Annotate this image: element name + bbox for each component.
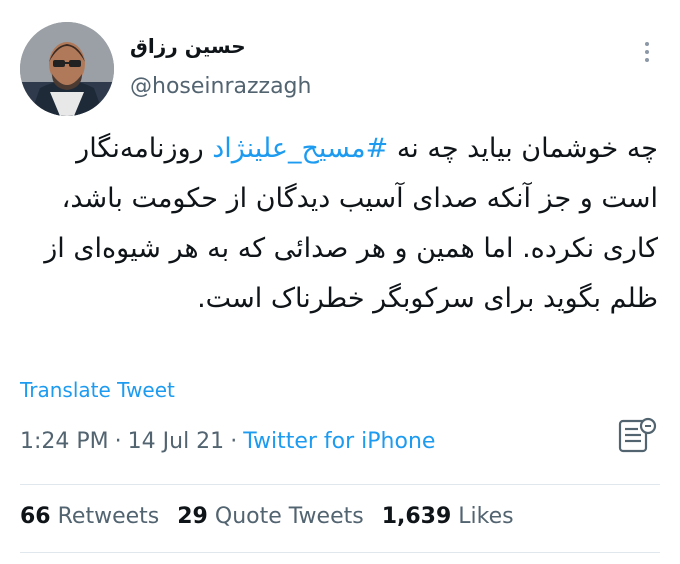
separator: · — [230, 429, 238, 454]
divider — [20, 552, 660, 553]
quote-tweets-count: 29 — [177, 504, 208, 529]
more-dot — [645, 42, 649, 46]
tweet-date[interactable]: 14 Jul 21 — [128, 429, 225, 454]
retweets-stat[interactable]: 66 Retweets — [20, 504, 159, 529]
retweets-label: Retweets — [57, 504, 160, 529]
hashtag-link[interactable]: #مسیح_علینژاد — [212, 133, 388, 164]
more-dot — [645, 50, 649, 54]
more-dot — [645, 58, 649, 62]
translate-tweet-link[interactable]: Translate Tweet — [20, 378, 175, 402]
avatar[interactable] — [20, 22, 114, 116]
tweet-source-link[interactable]: Twitter for iPhone — [243, 429, 435, 454]
quote-tweets-stat[interactable]: 29 Quote Tweets — [177, 504, 363, 529]
tweet-text-pre: چه خوشمان بیاید چه نه — [388, 133, 658, 164]
more-vertical-icon[interactable] — [634, 34, 660, 70]
likes-label: Likes — [458, 504, 514, 529]
analytics-icon[interactable] — [614, 415, 660, 457]
retweets-count: 66 — [20, 504, 51, 529]
quote-tweets-label: Quote Tweets — [214, 504, 364, 529]
tweet-stats: 66 Retweets 29 Quote Tweets 1,639 Likes — [20, 504, 532, 529]
tweet-metadata: 1:24 PM · 14 Jul 21 · Twitter for iPhone — [20, 429, 435, 454]
divider — [20, 484, 660, 485]
separator: · — [114, 429, 122, 454]
tweet-text: چه خوشمان بیاید چه نه #مسیح_علینژاد روزن… — [18, 124, 658, 324]
likes-count: 1,639 — [381, 504, 452, 529]
tweet-time[interactable]: 1:24 PM — [20, 429, 109, 454]
display-name[interactable]: حسین رزاق — [130, 34, 246, 58]
likes-stat[interactable]: 1,639 Likes — [382, 504, 514, 529]
user-handle[interactable]: @hoseinrazzagh — [130, 74, 311, 99]
